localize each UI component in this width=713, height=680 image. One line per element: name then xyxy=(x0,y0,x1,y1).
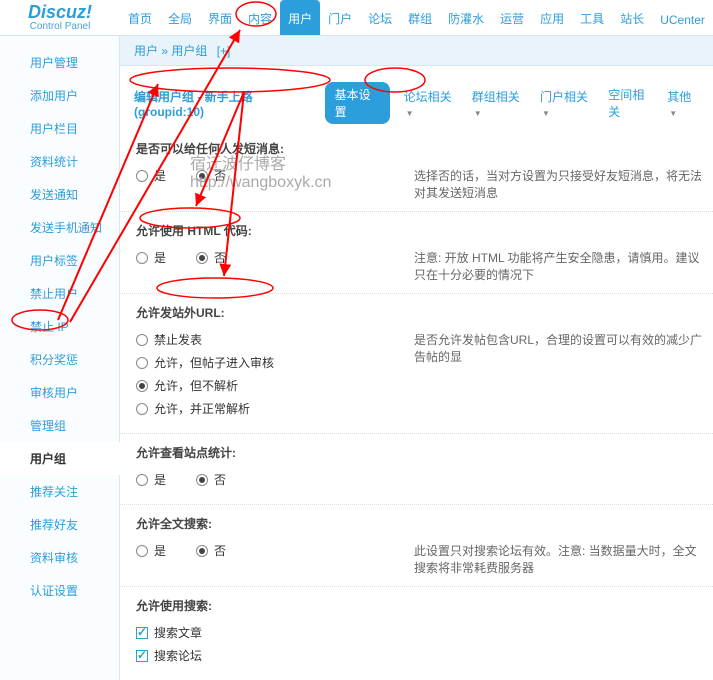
radio-url-forbid[interactable] xyxy=(136,334,148,346)
tab-basic[interactable]: 基本设置 xyxy=(325,82,390,124)
radio-stats-no[interactable] xyxy=(196,474,208,486)
help-pm: 选择否的话，当对方设置为只接受好友短消息，将无法对其发送短消息 xyxy=(414,167,713,201)
sidebar-item-6[interactable]: 用户标签 xyxy=(0,244,119,277)
section-url: 允许发站外URL: 禁止发表 允许，但帖子进入审核 允许，但不解析 允许，并正常… xyxy=(120,294,713,434)
sidebar-item-12[interactable]: 用户组 xyxy=(0,442,120,475)
topnav-运营[interactable]: 运营 xyxy=(492,0,532,35)
breadcrumb: 用户 » 用户组 [+] xyxy=(120,36,713,66)
sidebar-item-16[interactable]: 认证设置 xyxy=(0,574,119,607)
radio-pm-no[interactable] xyxy=(196,170,208,182)
topnav-UCenter[interactable]: UCenter xyxy=(652,3,713,35)
tab-space[interactable]: 空间相关 xyxy=(608,86,653,120)
section-pm: 是否可以给任何人发短消息: 是 否 选择否的话，当对方设置为只接受好友短消息，将… xyxy=(120,130,713,212)
logo-subtitle: Control Panel xyxy=(0,21,120,32)
sidebar-item-3[interactable]: 资料统计 xyxy=(0,145,119,178)
tab-other[interactable]: 其他 xyxy=(667,88,699,119)
logo-text: Discuz! xyxy=(28,2,92,22)
topnav-内容[interactable]: 内容 xyxy=(240,0,280,35)
breadcrumb-a[interactable]: 用户 xyxy=(134,44,158,58)
radio-stats-yes[interactable] xyxy=(136,474,148,486)
section-pm-title: 是否可以给任何人发短消息: xyxy=(136,140,713,157)
top-nav: 首页全局界面内容用户门户论坛群组防灌水运营应用工具站长UCenter xyxy=(120,0,713,35)
sidebar-item-2[interactable]: 用户栏目 xyxy=(0,112,119,145)
radio-ft-yes[interactable] xyxy=(136,545,148,557)
topnav-门户[interactable]: 门户 xyxy=(320,0,360,35)
topnav-站长[interactable]: 站长 xyxy=(612,0,652,35)
breadcrumb-add[interactable]: [+] xyxy=(217,44,231,58)
topnav-论坛[interactable]: 论坛 xyxy=(360,0,400,35)
sidebar-item-4[interactable]: 发送通知 xyxy=(0,178,119,211)
sidebar-item-14[interactable]: 推荐好友 xyxy=(0,508,119,541)
section-search: 允许使用搜索: 搜索文章 搜索论坛 xyxy=(120,587,713,680)
section-html: 允许使用 HTML 代码: 是 否 注意: 开放 HTML 功能将产生安全隐患，… xyxy=(120,212,713,294)
logo: Discuz! Control Panel xyxy=(0,0,120,35)
radio-html-no[interactable] xyxy=(196,252,208,264)
radio-html-yes[interactable] xyxy=(136,252,148,264)
radio-url-noparse[interactable] xyxy=(136,380,148,392)
section-stats: 允许查看站点统计: 是 否 xyxy=(120,434,713,505)
sidebar-item-5[interactable]: 发送手机通知 xyxy=(0,211,119,244)
tab-group[interactable]: 群组相关 xyxy=(472,88,526,119)
topnav-首页[interactable]: 首页 xyxy=(120,0,160,35)
sidebar-item-10[interactable]: 审核用户 xyxy=(0,376,119,409)
topnav-应用[interactable]: 应用 xyxy=(532,0,572,35)
radio-ft-no[interactable] xyxy=(196,545,208,557)
topnav-全局[interactable]: 全局 xyxy=(160,0,200,35)
radio-pm-yes[interactable] xyxy=(136,170,148,182)
help-url: 是否允许发帖包含URL，合理的设置可以有效的减少广告帖的显 xyxy=(414,331,713,365)
sidebar: 用户管理添加用户用户栏目资料统计发送通知发送手机通知用户标签禁止用户禁止 IP积… xyxy=(0,36,120,680)
help-fulltext: 此设置只对搜索论坛有效。注意: 当数据量大时，全文搜索将非常耗费服务器 xyxy=(414,542,713,576)
topnav-工具[interactable]: 工具 xyxy=(572,0,612,35)
section-url-title: 允许发站外URL: xyxy=(136,304,713,321)
sidebar-item-8[interactable]: 禁止 IP xyxy=(0,310,119,343)
sidebar-item-7[interactable]: 禁止用户 xyxy=(0,277,119,310)
check-search-article[interactable] xyxy=(136,627,148,639)
tab-portal[interactable]: 门户相关 xyxy=(540,88,594,119)
radio-url-audit[interactable] xyxy=(136,357,148,369)
topnav-用户[interactable]: 用户 xyxy=(280,0,320,35)
section-fulltext: 允许全文搜索: 是 否 此设置只对搜索论坛有效。注意: 当数据量大时，全文搜索将… xyxy=(120,505,713,587)
help-html: 注意: 开放 HTML 功能将产生安全隐患，请慎用。建议只在十分必要的情况下 xyxy=(414,249,713,283)
section-html-title: 允许使用 HTML 代码: xyxy=(136,222,713,239)
edit-group-title: 编辑用户组 - 新手上路(groupid:10) xyxy=(134,88,311,119)
main-panel: 用户 » 用户组 [+] 编辑用户组 - 新手上路(groupid:10) 基本… xyxy=(120,36,713,680)
topnav-防灌水[interactable]: 防灌水 xyxy=(440,0,492,35)
breadcrumb-b[interactable]: 用户组 xyxy=(171,44,207,58)
section-fulltext-title: 允许全文搜索: xyxy=(136,515,713,532)
section-stats-title: 允许查看站点统计: xyxy=(136,444,713,461)
sidebar-item-0[interactable]: 用户管理 xyxy=(0,46,119,79)
radio-url-normal[interactable] xyxy=(136,403,148,415)
section-search-title: 允许使用搜索: xyxy=(136,597,713,614)
tab-forum[interactable]: 论坛相关 xyxy=(404,88,458,119)
sidebar-item-1[interactable]: 添加用户 xyxy=(0,79,119,112)
sidebar-item-9[interactable]: 积分奖惩 xyxy=(0,343,119,376)
topnav-界面[interactable]: 界面 xyxy=(200,0,240,35)
topnav-群组[interactable]: 群组 xyxy=(400,0,440,35)
check-search-forum[interactable] xyxy=(136,650,148,662)
sidebar-item-13[interactable]: 推荐关注 xyxy=(0,475,119,508)
sidebar-item-11[interactable]: 管理组 xyxy=(0,409,119,442)
sidebar-item-15[interactable]: 资料审核 xyxy=(0,541,119,574)
